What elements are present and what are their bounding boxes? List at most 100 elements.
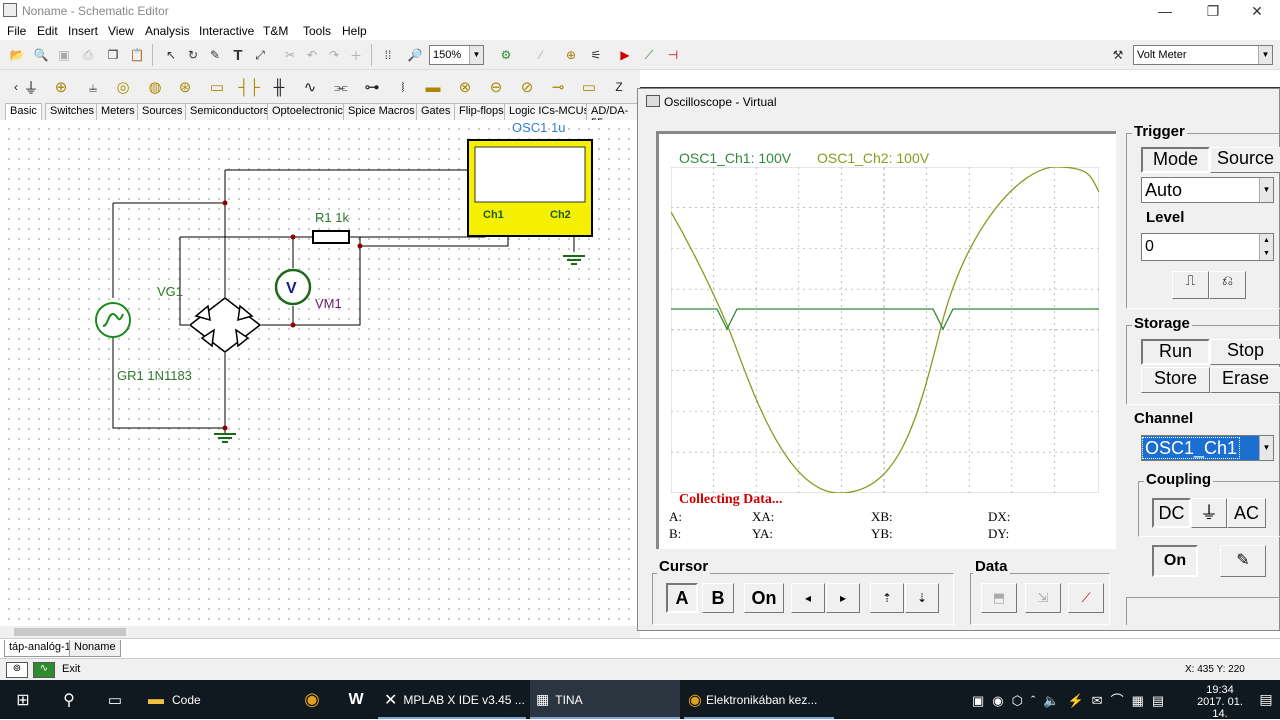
schematic-canvas[interactable]: OSC1 1u Ch1 Ch2 R1 1k VG1 GR1 1N1183 V V… bbox=[0, 120, 640, 626]
data-chart-icon[interactable]: ⟋ bbox=[1068, 583, 1104, 613]
probe-icon[interactable]: ⁄ bbox=[530, 44, 552, 66]
select-arrow-icon[interactable]: ↖ bbox=[160, 44, 182, 66]
analysis-icon[interactable]: ⚙ bbox=[495, 44, 517, 66]
open-icon[interactable]: 📂 bbox=[6, 44, 28, 66]
meter-select[interactable]: Volt Meter ▼ bbox=[1133, 45, 1273, 65]
restore-button[interactable]: ❐ bbox=[1190, 0, 1236, 22]
instrument-icon[interactable]: ⚒ bbox=[1107, 44, 1129, 66]
tab-semiconductors[interactable]: Semiconductors bbox=[185, 103, 274, 120]
cursor-on-button[interactable]: On bbox=[744, 583, 784, 613]
save-icon[interactable]: ▣ bbox=[53, 44, 75, 66]
run-button[interactable]: Run bbox=[1141, 339, 1210, 365]
system-tray-icons[interactable]: ▣◉⬡ˆ🔈⚡✉⌒▦▤ bbox=[972, 680, 1187, 719]
stop-icon[interactable]: ⊣ bbox=[662, 44, 684, 66]
clock[interactable]: 19:34 2017. 01. 14. bbox=[1190, 684, 1250, 720]
notifications-icon[interactable]: ▤ bbox=[1252, 680, 1280, 719]
falling-edge-button[interactable]: ⎌ bbox=[1209, 271, 1246, 299]
windows-start-icon[interactable]: ⊞ bbox=[0, 680, 46, 719]
taskbar-item-chrome[interactable]: ◉ Elektronikában kez... bbox=[684, 680, 834, 719]
meter-icon[interactable]: ⊕ bbox=[560, 44, 582, 66]
spinner-icon[interactable]: ▲ ▼ bbox=[1259, 234, 1273, 260]
print-icon[interactable]: ⎙ bbox=[77, 44, 99, 66]
cursor-up-icon[interactable]: ⇡ bbox=[870, 583, 904, 613]
transient-icon[interactable]: ⟋ bbox=[638, 44, 660, 66]
ammeter-icon[interactable]: ◎ bbox=[110, 74, 136, 100]
mode-button[interactable]: Mode bbox=[1141, 147, 1210, 173]
rising-edge-button[interactable]: ⎍ bbox=[1172, 271, 1209, 299]
task-view-icon[interactable]: ▭ bbox=[92, 680, 138, 719]
ground-icon[interactable]: ⏚ bbox=[18, 74, 44, 100]
inductor-icon[interactable]: ∿ bbox=[297, 74, 323, 100]
cursor-left-icon[interactable]: ◂ bbox=[791, 583, 825, 613]
ac-button[interactable]: AC bbox=[1227, 498, 1266, 528]
variable-resistor-icon[interactable]: ⊸ bbox=[545, 74, 571, 100]
led-icon[interactable]: ⊖ bbox=[483, 74, 509, 100]
label-icon[interactable]: ⤢ bbox=[249, 44, 271, 66]
dc-source-icon[interactable]: ⫨ bbox=[80, 74, 106, 100]
wave-icon[interactable]: ∿ bbox=[33, 662, 55, 678]
menu-insert[interactable]: Insert bbox=[68, 24, 98, 38]
source-button[interactable]: Source bbox=[1210, 147, 1280, 173]
capacitor-icon[interactable]: ┤├ bbox=[236, 74, 262, 100]
switch-icon[interactable]: ⊶ bbox=[359, 74, 385, 100]
data-export-icon[interactable]: ⇲ bbox=[1025, 583, 1061, 613]
dc-analysis-icon[interactable]: ⚟ bbox=[585, 44, 607, 66]
tab-sources[interactable]: Sources bbox=[137, 103, 188, 120]
target-icon[interactable]: ⊚ bbox=[6, 662, 28, 678]
taskbar-item-tina[interactable]: ▦ TINA bbox=[530, 680, 680, 719]
tab-logic-ics[interactable]: Logic ICs-MCUs bbox=[504, 103, 595, 120]
erase-button[interactable]: Erase bbox=[1210, 367, 1280, 393]
potentiometer-icon[interactable]: ⊘ bbox=[514, 74, 540, 100]
lamp-icon[interactable]: ⊛ bbox=[172, 74, 198, 100]
channel-select[interactable]: OSC1_Ch1 ▼ bbox=[1141, 435, 1274, 461]
delete-icon[interactable]: ✂ bbox=[279, 44, 301, 66]
battery-icon[interactable]: ⊕ bbox=[48, 74, 74, 100]
tab-switches[interactable]: Switches bbox=[45, 103, 100, 120]
zoom-select[interactable]: 150% ▼ bbox=[429, 45, 484, 65]
tab-ad-da[interactable]: AD/DA-55 bbox=[586, 103, 640, 129]
cursor-b-button[interactable]: B bbox=[702, 583, 734, 613]
menu-file[interactable]: File bbox=[7, 24, 26, 38]
exit-button[interactable]: Exit bbox=[62, 663, 80, 675]
redo-icon[interactable]: ↷ bbox=[323, 44, 345, 66]
cursor-a-button[interactable]: A bbox=[666, 583, 698, 613]
doc-tab-noname[interactable]: Noname bbox=[69, 640, 121, 657]
search-icon[interactable]: 🔍 bbox=[30, 44, 52, 66]
horizontal-scrollbar[interactable] bbox=[0, 626, 640, 638]
zener-icon[interactable]: ▭ bbox=[576, 74, 602, 100]
undo-icon[interactable]: ↶ bbox=[301, 44, 323, 66]
fuse-icon[interactable]: ▬ bbox=[420, 74, 446, 100]
doc-tab-tap[interactable]: táp-analóg-1 bbox=[4, 640, 76, 657]
run-icon[interactable]: ▶ bbox=[614, 44, 636, 66]
tab-optoelectronic[interactable]: Optoelectronic bbox=[267, 103, 348, 120]
close-button[interactable]: ✕ bbox=[1234, 0, 1280, 22]
store-button[interactable]: Store bbox=[1141, 367, 1210, 393]
resistor-icon[interactable]: ▭ bbox=[204, 74, 230, 100]
rotate-icon[interactable]: ↻ bbox=[182, 44, 204, 66]
wire-icon[interactable]: ＋ bbox=[345, 44, 367, 66]
tab-spice-macros[interactable]: Spice Macros bbox=[343, 103, 420, 120]
text-icon[interactable]: T bbox=[227, 44, 249, 66]
trigger-mode-select[interactable]: Auto ▼ bbox=[1141, 177, 1274, 203]
tab-basic[interactable]: Basic bbox=[5, 103, 42, 120]
taskbar-item-code[interactable]: ▬ Code bbox=[140, 680, 290, 719]
data-open-icon[interactable]: ⬒ bbox=[981, 583, 1017, 613]
cursor-right-icon[interactable]: ▸ bbox=[826, 583, 860, 613]
z-component-icon[interactable]: Z bbox=[606, 74, 632, 100]
menu-edit[interactable]: Edit bbox=[37, 24, 58, 38]
search-icon[interactable]: ⚲ bbox=[46, 680, 92, 719]
tab-flip-flops[interactable]: Flip-flops bbox=[454, 103, 509, 120]
menu-help[interactable]: Help bbox=[342, 24, 367, 38]
copy-icon[interactable]: ❐ bbox=[102, 44, 124, 66]
stop-button[interactable]: Stop bbox=[1210, 339, 1280, 365]
chrome-icon[interactable]: ◉ bbox=[290, 680, 334, 719]
tab-meters[interactable]: Meters bbox=[96, 103, 140, 120]
word-icon[interactable]: W bbox=[336, 680, 376, 719]
diode-icon[interactable]: ⊗ bbox=[452, 74, 478, 100]
cursor-down-icon[interactable]: ⇣ bbox=[905, 583, 939, 613]
menu-tools[interactable]: Tools bbox=[303, 24, 331, 38]
menu-view[interactable]: View bbox=[108, 24, 134, 38]
dc-button[interactable]: DC bbox=[1152, 498, 1191, 528]
grid-icon[interactable]: ⁞⁞ bbox=[377, 44, 399, 66]
capacitor-2-icon[interactable]: ╫ bbox=[266, 74, 292, 100]
